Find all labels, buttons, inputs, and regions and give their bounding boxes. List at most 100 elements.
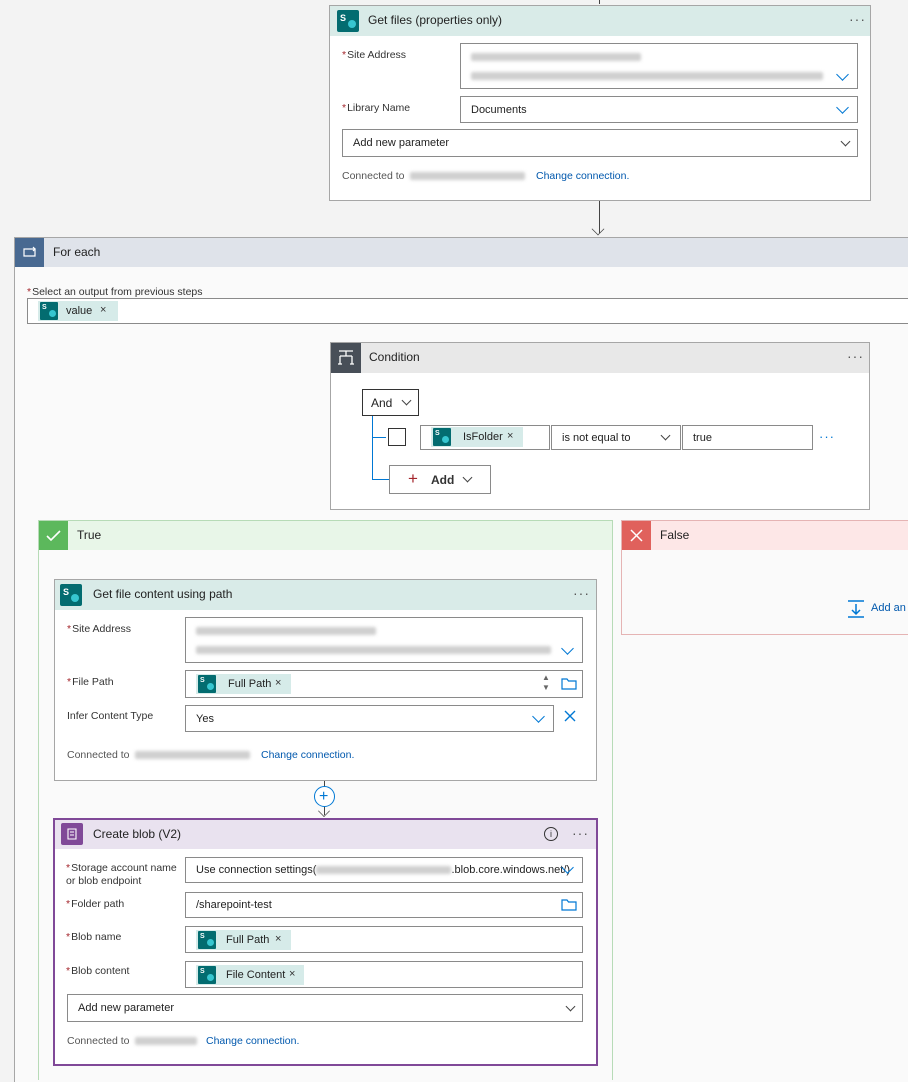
- check-icon: [39, 521, 68, 550]
- select-output-field[interactable]: S value ×: [27, 298, 908, 324]
- storage-blob-icon: [61, 823, 83, 845]
- sharepoint-icon: S: [433, 428, 451, 446]
- create-blob-header[interactable]: Create blob (V2) i ···: [55, 820, 596, 849]
- false-branch[interactable]: False Add an: [621, 520, 908, 635]
- isfolder-token[interactable]: S IsFolder ×: [431, 427, 523, 447]
- card-title: Create blob (V2): [93, 827, 182, 841]
- condition-left-operand[interactable]: S IsFolder ×: [420, 425, 550, 450]
- connected-to-label: Connected to: [67, 1035, 130, 1047]
- storage-account-dropdown[interactable]: Use connection settings( .blob.core.windo…: [185, 857, 583, 883]
- row-checkbox[interactable]: [388, 428, 406, 446]
- info-icon[interactable]: i: [544, 827, 558, 841]
- folder-icon[interactable]: [561, 677, 577, 691]
- chevron-down-icon[interactable]: [462, 472, 473, 483]
- full-path-token[interactable]: S Full Path ×: [196, 674, 291, 694]
- add-action-button[interactable]: Add an: [846, 599, 908, 619]
- more-options-icon[interactable]: ···: [573, 586, 590, 600]
- storage-value-prefix: Use connection settings(: [196, 864, 317, 876]
- close-icon[interactable]: [564, 710, 576, 722]
- redacted-text: [410, 172, 525, 180]
- add-action-icon: [848, 600, 864, 618]
- value-token[interactable]: S value ×: [38, 301, 118, 321]
- card-title: For each: [53, 245, 101, 259]
- change-connection-link[interactable]: Change connection.: [536, 170, 629, 182]
- file-content-token[interactable]: S File Content ×: [196, 965, 304, 985]
- storage-value-suffix: .blob.core.windows.net/): [451, 864, 571, 876]
- redacted-text: [135, 1037, 197, 1045]
- card-title: Get files (properties only): [368, 13, 503, 27]
- group-operator-dropdown[interactable]: And: [362, 389, 419, 416]
- chevron-down-icon[interactable]: [565, 1001, 576, 1012]
- condition-header[interactable]: Condition ···: [331, 343, 869, 373]
- row-more-options-icon[interactable]: ···: [819, 429, 835, 444]
- more-options-icon[interactable]: ···: [847, 349, 864, 363]
- folder-path-field[interactable]: /sharepoint-test: [185, 892, 583, 918]
- blob-content-field[interactable]: S File Content ×: [185, 961, 583, 988]
- blob-name-field[interactable]: S Full Path ×: [185, 926, 583, 953]
- get-files-header[interactable]: S Get files (properties only) ···: [330, 6, 870, 36]
- library-name-field[interactable]: Documents: [460, 96, 858, 123]
- connector-line: [599, 0, 600, 4]
- add-parameter-dropdown[interactable]: Add new parameter: [342, 129, 858, 157]
- chevron-down-icon[interactable]: [836, 101, 849, 114]
- redacted-text: [316, 866, 452, 875]
- remove-token-icon[interactable]: ×: [275, 677, 281, 689]
- get-file-content-card[interactable]: S Get file content using path ··· *Site …: [54, 579, 597, 781]
- card-title: Get file content using path: [93, 587, 233, 601]
- folder-icon[interactable]: [561, 898, 577, 912]
- insert-step-button[interactable]: +: [314, 786, 335, 807]
- condition-right-operand[interactable]: true: [682, 425, 813, 450]
- infer-content-type-dropdown[interactable]: Yes: [185, 705, 554, 732]
- chevron-down-icon[interactable]: [836, 68, 849, 81]
- add-parameter-dropdown[interactable]: Add new parameter: [67, 994, 583, 1022]
- token-label: Full Path: [226, 934, 270, 946]
- chevron-down-icon[interactable]: [561, 642, 574, 655]
- remove-token-icon[interactable]: ×: [507, 430, 513, 442]
- blob-content-label: *Blob content: [66, 965, 130, 977]
- condition-operator-dropdown[interactable]: is not equal to: [551, 425, 681, 450]
- loop-icon: [15, 238, 44, 267]
- operator-label: is not equal to: [562, 432, 631, 444]
- tree-line: [372, 437, 386, 438]
- more-options-icon[interactable]: ···: [572, 826, 589, 840]
- add-action-label: Add an: [871, 602, 906, 614]
- plus-icon: +: [319, 788, 329, 805]
- spinner-arrows-icon[interactable]: ▲ ▼: [542, 673, 550, 693]
- plus-icon: +: [408, 469, 418, 488]
- condition-card[interactable]: Condition ··· And S IsFolder × is not eq…: [330, 342, 870, 510]
- add-condition-button[interactable]: + Add: [389, 465, 491, 494]
- remove-token-icon[interactable]: ×: [275, 933, 281, 945]
- folder-path-label: *Folder path: [66, 898, 125, 910]
- add-parameter-label: Add new parameter: [78, 1002, 174, 1014]
- token-label: File Content: [226, 969, 286, 981]
- for-each-header[interactable]: For each: [15, 238, 908, 267]
- site-address-field[interactable]: [460, 43, 858, 89]
- more-options-icon[interactable]: ···: [849, 12, 866, 26]
- branch-title: True: [77, 528, 102, 542]
- chevron-down-icon[interactable]: [840, 136, 851, 147]
- token-label: Full Path: [228, 678, 272, 690]
- create-blob-card[interactable]: Create blob (V2) i ··· *Storage account …: [53, 818, 598, 1066]
- remove-token-icon[interactable]: ×: [289, 968, 295, 980]
- sharepoint-icon: S: [198, 931, 216, 949]
- close-icon: [622, 521, 651, 550]
- file-path-field[interactable]: S Full Path × ▲ ▼: [185, 670, 583, 698]
- storage-account-label: *Storage account name: [66, 862, 177, 874]
- chevron-down-icon[interactable]: [532, 710, 545, 723]
- remove-token-icon[interactable]: ×: [100, 304, 106, 316]
- chevron-down-icon[interactable]: [401, 395, 412, 406]
- branch-title: False: [660, 528, 690, 542]
- tree-line: [372, 479, 389, 480]
- sharepoint-icon: S: [198, 966, 216, 984]
- card-title: Condition: [369, 350, 420, 364]
- site-address-label: *Site Address: [342, 49, 407, 61]
- false-branch-header[interactable]: False: [622, 521, 908, 550]
- full-path-token[interactable]: S Full Path ×: [196, 930, 291, 950]
- site-address-field[interactable]: [185, 617, 583, 663]
- get-files-card[interactable]: S Get files (properties only) ··· *Site …: [329, 5, 871, 201]
- true-branch-header[interactable]: True: [39, 521, 612, 550]
- get-file-content-header[interactable]: S Get file content using path ···: [55, 580, 596, 610]
- change-connection-link[interactable]: Change connection.: [261, 749, 354, 761]
- change-connection-link[interactable]: Change connection.: [206, 1035, 299, 1047]
- chevron-down-icon[interactable]: [660, 430, 671, 441]
